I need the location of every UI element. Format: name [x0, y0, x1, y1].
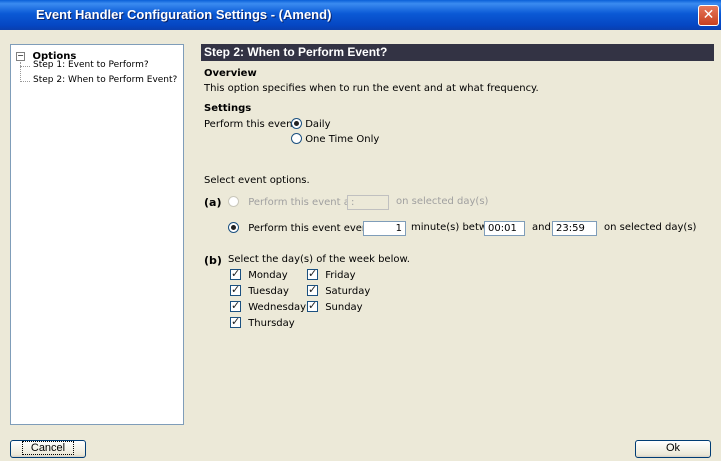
- radio-perform-at[interactable]: Perform this event at: [228, 196, 354, 208]
- checkbox-wednesday-label: Wednesday: [248, 302, 307, 313]
- radio-daily-indicator[interactable]: [291, 118, 302, 129]
- option-b-marker: (b): [204, 254, 222, 267]
- checkbox-friday-box[interactable]: [307, 267, 318, 280]
- settings-heading: Settings: [204, 103, 252, 114]
- checkbox-tuesday-label: Tuesday: [248, 286, 289, 297]
- checkbox-thursday[interactable]: Thursday: [230, 315, 295, 329]
- radio-perform-every-indicator[interactable]: [228, 222, 239, 233]
- option-a-marker: (a): [204, 196, 222, 209]
- radio-one-time-only[interactable]: One Time Only: [291, 133, 379, 145]
- collapse-icon[interactable]: −: [16, 52, 25, 61]
- start-time-field[interactable]: 00:01: [484, 221, 525, 236]
- perform-at-suffix: on selected day(s): [396, 196, 489, 207]
- checkbox-saturday-box[interactable]: [307, 283, 318, 296]
- ok-button-label: Ok: [665, 442, 681, 454]
- ok-button[interactable]: Ok: [635, 440, 711, 458]
- and-label: and: [532, 222, 551, 233]
- perform-at-time-field[interactable]: :: [347, 195, 389, 210]
- cancel-button-label: Cancel: [21, 441, 75, 455]
- radio-one-time-indicator[interactable]: [291, 133, 302, 144]
- interval-minutes-field[interactable]: 1: [363, 221, 406, 236]
- radio-daily[interactable]: Daily: [291, 118, 331, 130]
- title-bar[interactable]: Event Handler Configuration Settings - (…: [0, 0, 721, 30]
- cancel-button[interactable]: Cancel: [10, 440, 86, 458]
- window-title: Event Handler Configuration Settings - (…: [36, 7, 332, 22]
- checkbox-tuesday[interactable]: Tuesday: [230, 283, 289, 297]
- checkbox-thursday-box[interactable]: [230, 315, 241, 328]
- end-time-field[interactable]: 23:59: [552, 221, 597, 236]
- checkbox-tuesday-box[interactable]: [230, 283, 241, 296]
- checkbox-sunday-label: Sunday: [325, 302, 363, 313]
- radio-perform-every[interactable]: Perform this event every: [228, 222, 372, 234]
- checkbox-friday[interactable]: Friday: [307, 267, 356, 281]
- checkbox-monday[interactable]: Monday: [230, 267, 288, 281]
- overview-text: This option specifies when to run the ev…: [204, 83, 539, 94]
- checkbox-monday-box[interactable]: [230, 267, 241, 280]
- options-tree: − Options Step 1: Event to Perform? Step…: [10, 44, 184, 425]
- checkbox-sunday[interactable]: Sunday: [307, 299, 363, 313]
- select-days-label: Select the day(s) of the week below.: [228, 254, 410, 265]
- perform-every-label: Perform this event every: [248, 223, 372, 234]
- tree-connector: [20, 66, 30, 67]
- perform-at-label: Perform this event at: [248, 197, 354, 208]
- radio-one-time-label: One Time Only: [305, 134, 380, 145]
- close-icon: ✕: [702, 7, 715, 23]
- close-button[interactable]: ✕: [698, 5, 719, 26]
- checkbox-saturday[interactable]: Saturday: [307, 283, 371, 297]
- checkbox-thursday-label: Thursday: [248, 318, 295, 329]
- tree-connector: [20, 62, 21, 82]
- tree-item-step-2[interactable]: Step 2: When to Perform Event?: [33, 75, 177, 85]
- step-title: Step 2: When to Perform Event?: [201, 44, 714, 61]
- overview-heading: Overview: [204, 68, 257, 79]
- radio-perform-at-indicator[interactable]: [228, 196, 239, 207]
- checkbox-monday-label: Monday: [248, 270, 288, 281]
- tree-item-step-1[interactable]: Step 1: Event to Perform?: [33, 60, 149, 70]
- select-options-label: Select event options.: [204, 175, 310, 186]
- checkbox-wednesday-box[interactable]: [230, 299, 241, 312]
- radio-daily-label: Daily: [305, 119, 331, 130]
- checkbox-friday-label: Friday: [325, 270, 356, 281]
- window-body: − Options Step 1: Event to Perform? Step…: [0, 30, 721, 461]
- checkbox-wednesday[interactable]: Wednesday: [230, 299, 307, 313]
- tree-connector: [20, 81, 30, 82]
- every-suffix: on selected day(s): [604, 222, 697, 233]
- settings-panel: Step 2: When to Perform Event? Overview …: [201, 44, 714, 425]
- checkbox-sunday-box[interactable]: [307, 299, 318, 312]
- checkbox-saturday-label: Saturday: [325, 286, 371, 297]
- perform-event-label: Perform this event:: [204, 119, 300, 130]
